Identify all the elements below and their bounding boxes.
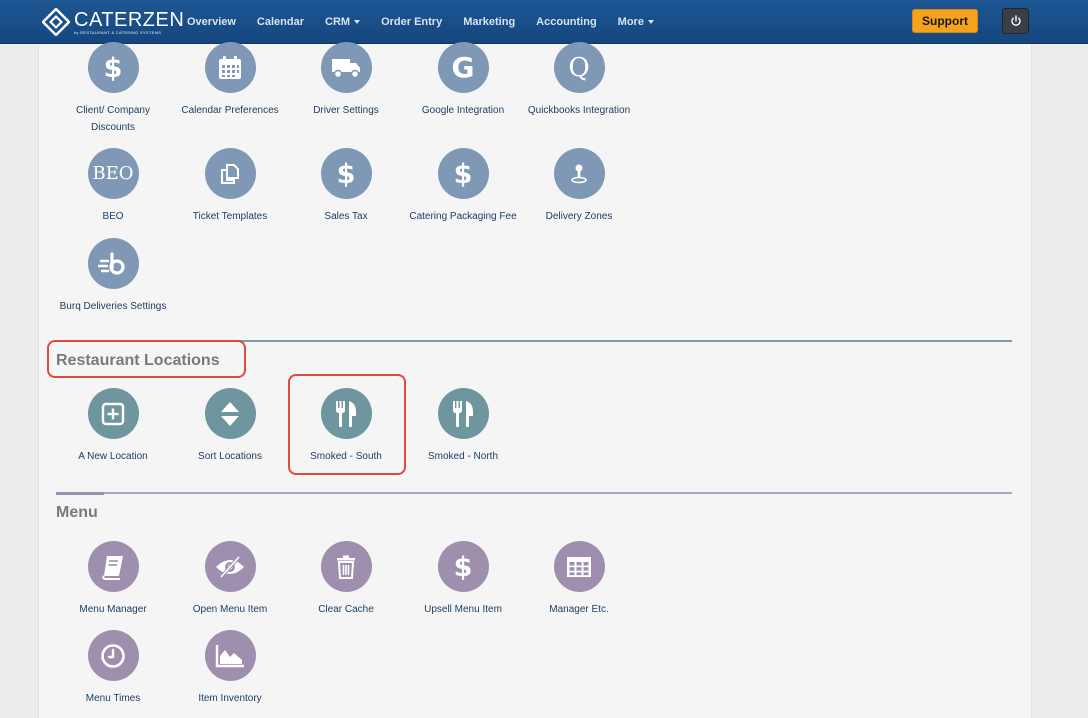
- tile-label: Calendar Preferences: [181, 105, 279, 116]
- dollar-icon: $: [87, 42, 139, 93]
- tile-label: Quickbooks Integration: [527, 105, 631, 116]
- svg-text:$: $: [104, 53, 123, 83]
- tile-label: BEO: [102, 211, 124, 222]
- caterzen-logo-icon: [42, 8, 70, 36]
- tile-menu-times[interactable]: Menu Times: [55, 630, 171, 707]
- tile-label: Delivery Zones: [545, 211, 613, 222]
- tile-label: Sales Tax: [324, 211, 368, 222]
- tile-manager-etc[interactable]: Manager Etc.: [521, 541, 637, 618]
- tile-driver-settings[interactable]: Driver Settings: [288, 42, 404, 119]
- quickbooks-icon: Q: [553, 42, 605, 93]
- tile-menu-manager[interactable]: Menu Manager: [55, 541, 171, 618]
- tile-label: Catering Packaging Fee: [409, 211, 517, 222]
- sort-icon: [204, 388, 256, 439]
- tile-label: Menu Manager: [79, 604, 147, 615]
- tile-quickbooks-integration[interactable]: Q Quickbooks Integration: [521, 42, 637, 119]
- section-divider-accent: [56, 492, 104, 495]
- tile-label: Smoked - North: [427, 451, 499, 462]
- tile-label: Manager Etc.: [549, 604, 609, 615]
- beo-icon: BEO: [87, 148, 139, 199]
- tile-upsell-menu-item[interactable]: $ Upsell Menu Item: [405, 541, 521, 618]
- chevron-down-icon: [647, 20, 654, 25]
- tile-label: Burq Deliveries Settings: [59, 301, 167, 312]
- dollar-icon: $: [437, 541, 489, 592]
- truck-icon: [320, 42, 372, 93]
- map-pin-icon: [553, 148, 605, 199]
- nav-order-entry[interactable]: Order Entry: [381, 16, 442, 28]
- google-glyph: G: [451, 51, 475, 84]
- main-nav: Overview Calendar CRM Order Entry Market…: [187, 0, 675, 44]
- logout-button[interactable]: [1002, 8, 1029, 34]
- chevron-down-icon: [354, 20, 361, 25]
- tile-item-inventory[interactable]: Item Inventory: [172, 630, 288, 707]
- tile-label: Driver Settings: [313, 105, 379, 116]
- tile-label: Upsell Menu Item: [424, 604, 502, 615]
- svg-text:$: $: [454, 552, 473, 582]
- tile-catering-packaging-fee[interactable]: $ Catering Packaging Fee: [405, 148, 521, 225]
- power-icon: [1010, 15, 1021, 26]
- tile-label: Sort Locations: [198, 451, 262, 462]
- tile-label: A New Location: [78, 451, 148, 462]
- top-navbar: CATERZEN by RESTAURANT & CATERING SYSTEM…: [0, 0, 1088, 44]
- book-icon: [87, 541, 139, 592]
- brand-tagline: by RESTAURANT & CATERING SYSTEMS: [74, 29, 162, 35]
- tile-google-integration[interactable]: G Google Integration: [405, 42, 521, 119]
- tile-sort-locations[interactable]: Sort Locations: [172, 388, 288, 465]
- tile-label: Menu Times: [85, 693, 141, 704]
- tile-beo[interactable]: BEO BEO: [55, 148, 171, 225]
- tile-delivery-zones[interactable]: Delivery Zones: [521, 148, 637, 225]
- beo-glyph: BEO: [92, 163, 134, 184]
- tile-label: Clear Cache: [318, 604, 374, 615]
- area-chart-icon: [204, 630, 256, 681]
- dollar-icon: $: [437, 148, 489, 199]
- tile-open-menu-item[interactable]: Open Menu Item: [172, 541, 288, 618]
- tile-label: Open Menu Item: [192, 604, 268, 615]
- trash-icon: [320, 541, 372, 592]
- tile-client-company-discounts[interactable]: $ Client/ Company Discounts: [55, 42, 171, 136]
- nav-crm-label: CRM: [325, 16, 351, 28]
- brand-name: CATERZEN: [74, 8, 185, 31]
- svg-text:$: $: [454, 159, 473, 189]
- tile-label: Item Inventory: [198, 693, 262, 704]
- tile-burq-deliveries-settings[interactable]: Burq Deliveries Settings: [55, 238, 171, 315]
- highlight-box: [288, 374, 406, 475]
- tile-smoked-north[interactable]: Smoked - North: [405, 388, 521, 465]
- quickbooks-glyph: Q: [568, 52, 590, 83]
- tile-label: Ticket Templates: [192, 211, 268, 222]
- tile-clear-cache[interactable]: Clear Cache: [288, 541, 404, 618]
- tile-calendar-preferences[interactable]: Calendar Preferences: [172, 42, 288, 119]
- tile-label: Client/ Company Discounts: [76, 105, 150, 133]
- table-icon: [553, 541, 605, 592]
- tile-ticket-templates[interactable]: Ticket Templates: [172, 148, 288, 225]
- calendar-icon: [204, 42, 256, 93]
- caterzen-logo[interactable]: CATERZEN by RESTAURANT & CATERING SYSTEM…: [42, 8, 184, 36]
- nav-crm[interactable]: CRM: [325, 16, 361, 28]
- nav-more-label: More: [617, 16, 644, 28]
- utensils-icon: [437, 388, 489, 439]
- eye-slash-icon: [204, 541, 256, 592]
- section-divider: [56, 492, 1012, 494]
- nav-accounting[interactable]: Accounting: [536, 16, 597, 28]
- svg-text:$: $: [337, 159, 356, 189]
- highlight-box: [47, 340, 246, 378]
- tile-sales-tax[interactable]: $ Sales Tax: [288, 148, 404, 225]
- google-icon: G: [437, 42, 489, 93]
- nav-calendar[interactable]: Calendar: [257, 16, 304, 28]
- clock-icon: [87, 630, 139, 681]
- tile-label: Google Integration: [421, 105, 505, 116]
- copy-icon: [204, 148, 256, 199]
- burq-icon: [87, 238, 139, 289]
- dollar-icon: $: [320, 148, 372, 199]
- nav-more[interactable]: More: [618, 16, 654, 28]
- nav-marketing[interactable]: Marketing: [463, 16, 515, 28]
- support-button[interactable]: Support: [912, 9, 978, 33]
- plus-square-icon: [87, 388, 139, 439]
- menu-title: Menu: [56, 504, 98, 521]
- nav-overview[interactable]: Overview: [187, 16, 236, 28]
- tile-a-new-location[interactable]: A New Location: [55, 388, 171, 465]
